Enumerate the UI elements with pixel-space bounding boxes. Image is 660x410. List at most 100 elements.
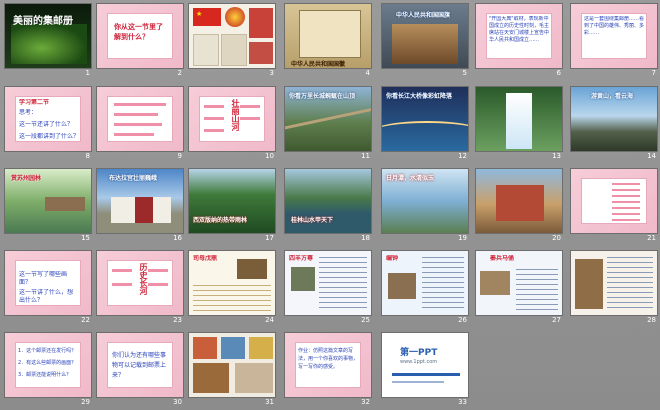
stamp-image	[193, 337, 217, 359]
slide-20[interactable]: 20	[475, 168, 563, 244]
slide-text: 作业：仿照这篇文章的写法，用一个你喜欢的事物，写一写你的感受。	[298, 348, 358, 370]
slide-number: 25	[361, 316, 370, 324]
slide-thumbnail[interactable]: 中华人民共和国国旗	[381, 3, 469, 69]
stamp-image	[249, 8, 273, 38]
slide-28[interactable]: 28	[570, 250, 658, 326]
slide-number: 10	[265, 152, 274, 160]
emblem-image	[225, 7, 245, 27]
slide-33[interactable]: 第一PPT www.1ppt.com 33	[381, 332, 469, 408]
slide-number: 1	[85, 69, 90, 77]
slide-thumbnail[interactable]: "开国大典"取材，表现新中国成立的历史性时刻，毛主席站在天安门城楼上宣告中华人民…	[475, 3, 563, 69]
slide-thumbnail[interactable]: 你们认为还有哪些事物可以记载到邮票上来？	[96, 332, 184, 398]
slide-14[interactable]: 游黄山，看云海 14	[570, 86, 658, 162]
slide-thumbnail[interactable]: 西双版纳的热带雨林	[188, 168, 276, 234]
slide-22[interactable]: 这一节写了哪些画面？ 这一节讲了什么，想出什么？ 22	[4, 250, 92, 326]
slide-18[interactable]: 桂林山水甲天下 18	[284, 168, 372, 244]
slide-30[interactable]: 你们认为还有哪些事物可以记载到邮票上来？ 30	[96, 332, 184, 408]
slide-tag: 四羊方尊	[289, 255, 314, 262]
slide-thumbnail[interactable]: 司母戊鼎	[188, 250, 276, 316]
slide-11[interactable]: 你看万里长城蜿蜒在山顶 11	[284, 86, 372, 162]
slide-15[interactable]: 赏苏州园林 15	[4, 168, 92, 244]
stamp-image	[221, 337, 245, 359]
slide-thumbnail[interactable]: 你从这一节里了解到什么？	[96, 3, 184, 69]
slide-thumbnail[interactable]: 四羊方尊	[284, 250, 372, 316]
slide-caption: 你看长江大桥像彩虹降落	[386, 93, 453, 100]
slide-number: 30	[173, 398, 182, 406]
slide-2[interactable]: 你从这一节里了解到什么？ 2	[96, 3, 184, 79]
slide-thumbnail[interactable]: 你看万里长城蜿蜒在山顶	[284, 86, 372, 152]
slide-vertical-title: 历史长河	[139, 263, 148, 295]
slide-caption: 日月潭，水清似玉	[386, 175, 435, 182]
slide-25[interactable]: 四羊方尊 25	[284, 250, 372, 326]
slide-thumbnail[interactable]	[96, 86, 184, 152]
slide-19[interactable]: 日月潭，水清似玉 19	[381, 168, 469, 244]
slide-number: 18	[361, 234, 370, 242]
slide-thumbnail[interactable]	[475, 86, 563, 152]
slide-thumbnail[interactable]: ★	[188, 3, 276, 69]
slide-number: 29	[81, 398, 90, 406]
slide-text: 这是一套围绕集邮册……看到了中国的雄伟、秀丽、多彩……	[584, 16, 644, 36]
slide-thumbnail[interactable]: 布达拉宫壮丽巍峨	[96, 168, 184, 234]
slide-thumbnail[interactable]: 赏苏州园林	[4, 168, 92, 234]
slide-number: 7	[651, 69, 656, 77]
slide-thumbnail[interactable]: 壮丽山河	[188, 86, 276, 152]
slide-thumbnail[interactable]	[570, 168, 658, 234]
slide-7[interactable]: 这是一套围绕集邮册……看到了中国的雄伟、秀丽、多彩…… 7	[570, 3, 658, 79]
temple-image	[496, 185, 544, 221]
artifact-image	[291, 267, 315, 291]
slide-31[interactable]: 31	[188, 332, 276, 408]
slide-thumbnail[interactable]: 学习第二节 思考： 这一节还讲了什么？ 这一段都讲到了什么？	[4, 86, 92, 152]
slide-16[interactable]: 布达拉宫壮丽巍峨 16	[96, 168, 184, 244]
slide-title: 美丽的集邮册	[13, 16, 73, 27]
slide-number: 26	[458, 316, 467, 324]
slide-thumbnail[interactable]: 作业：仿照这篇文章的写法，用一个你喜欢的事物，写一写你的感受。	[284, 332, 372, 398]
slide-number: 20	[552, 234, 561, 242]
slide-9[interactable]: 9	[96, 86, 184, 162]
slide-caption: 布达拉宫壮丽巍峨	[109, 175, 158, 182]
slide-number: 17	[265, 234, 274, 242]
slide-thumbnail[interactable]: 美丽的集邮册	[4, 3, 92, 69]
slide-17[interactable]: 西双版纳的热带雨林 17	[188, 168, 276, 244]
slide-vertical-title: 壮丽山河	[231, 99, 240, 131]
slide-4[interactable]: 中华人民共和国国徽 4	[284, 3, 372, 79]
slide-3[interactable]: ★ 3	[188, 3, 276, 79]
slide-thumbnail[interactable]: 这是一套围绕集邮册……看到了中国的雄伟、秀丽、多彩……	[570, 3, 658, 69]
slide-thumbnail[interactable]: 桂林山水甲天下	[284, 168, 372, 234]
slide-23[interactable]: 历史长河 23	[96, 250, 184, 326]
slide-line: 1．这个邮票还在发行吗？	[18, 348, 77, 354]
slide-thumbnail[interactable]: 中华人民共和国国徽	[284, 3, 372, 69]
slide-10[interactable]: 壮丽山河 10	[188, 86, 276, 162]
slide-thumbnail[interactable]: 游黄山，看云海	[570, 86, 658, 152]
slide-32[interactable]: 作业：仿照这篇文章的写法，用一个你喜欢的事物，写一写你的感受。 32	[284, 332, 372, 408]
slide-thumbnail[interactable]	[475, 168, 563, 234]
slide-thumbnail[interactable]: 编钟	[381, 250, 469, 316]
stamp-image	[235, 363, 273, 393]
slide-21[interactable]: 21	[570, 168, 658, 244]
slide-12[interactable]: 你看长江大桥像彩虹降落 12	[381, 86, 469, 162]
slide-thumbnail[interactable]: 历史长河	[96, 250, 184, 316]
stamp-image	[193, 34, 219, 66]
waterfall-image	[506, 93, 532, 149]
slide-thumbnail[interactable]: 秦兵马俑	[475, 250, 563, 316]
slide-thumbnail[interactable]	[570, 250, 658, 316]
slide-27[interactable]: 秦兵马俑 27	[475, 250, 563, 326]
slide-text: 这一节讲了什么，想出什么？	[19, 289, 74, 304]
slide-24[interactable]: 司母戊鼎 24	[188, 250, 276, 326]
slide-thumbnail[interactable]: 你看长江大桥像彩虹降落	[381, 86, 469, 152]
slide-thumbnail[interactable]	[188, 332, 276, 398]
slide-13[interactable]: 13	[475, 86, 563, 162]
artifact-image	[388, 273, 416, 299]
slide-thumbnail[interactable]: 1．这个邮票还在发行吗？ 2．有这么些邮票的画面？ 3．邮票还能说明什么？	[4, 332, 92, 398]
slide-8[interactable]: 学习第二节 思考： 这一节还讲了什么？ 这一段都讲到了什么？ 8	[4, 86, 92, 162]
slide-1[interactable]: 美丽的集邮册 1	[4, 3, 92, 79]
slide-thumbnail[interactable]: 这一节写了哪些画面？ 这一节讲了什么，想出什么？	[4, 250, 92, 316]
slide-text: 你们认为还有哪些事物可以记载到邮票上来？	[112, 352, 167, 379]
logo-subtext: www.1ppt.com	[400, 359, 438, 365]
slide-26[interactable]: 编钟 26	[381, 250, 469, 326]
slide-5[interactable]: 中华人民共和国国旗 5	[381, 3, 469, 79]
slide-29[interactable]: 1．这个邮票还在发行吗？ 2．有这么些邮票的画面？ 3．邮票还能说明什么？ 29	[4, 332, 92, 408]
slide-thumbnail[interactable]: 日月潭，水清似玉	[381, 168, 469, 234]
slide-text: "开国大典"取材，表现新中国成立的历史性时刻，毛主席站在天安门城楼上宣告中华人民…	[489, 16, 549, 43]
slide-thumbnail[interactable]: 第一PPT www.1ppt.com	[381, 332, 469, 398]
slide-6[interactable]: "开国大典"取材，表现新中国成立的历史性时刻，毛主席站在天安门城楼上宣告中华人民…	[475, 3, 563, 79]
